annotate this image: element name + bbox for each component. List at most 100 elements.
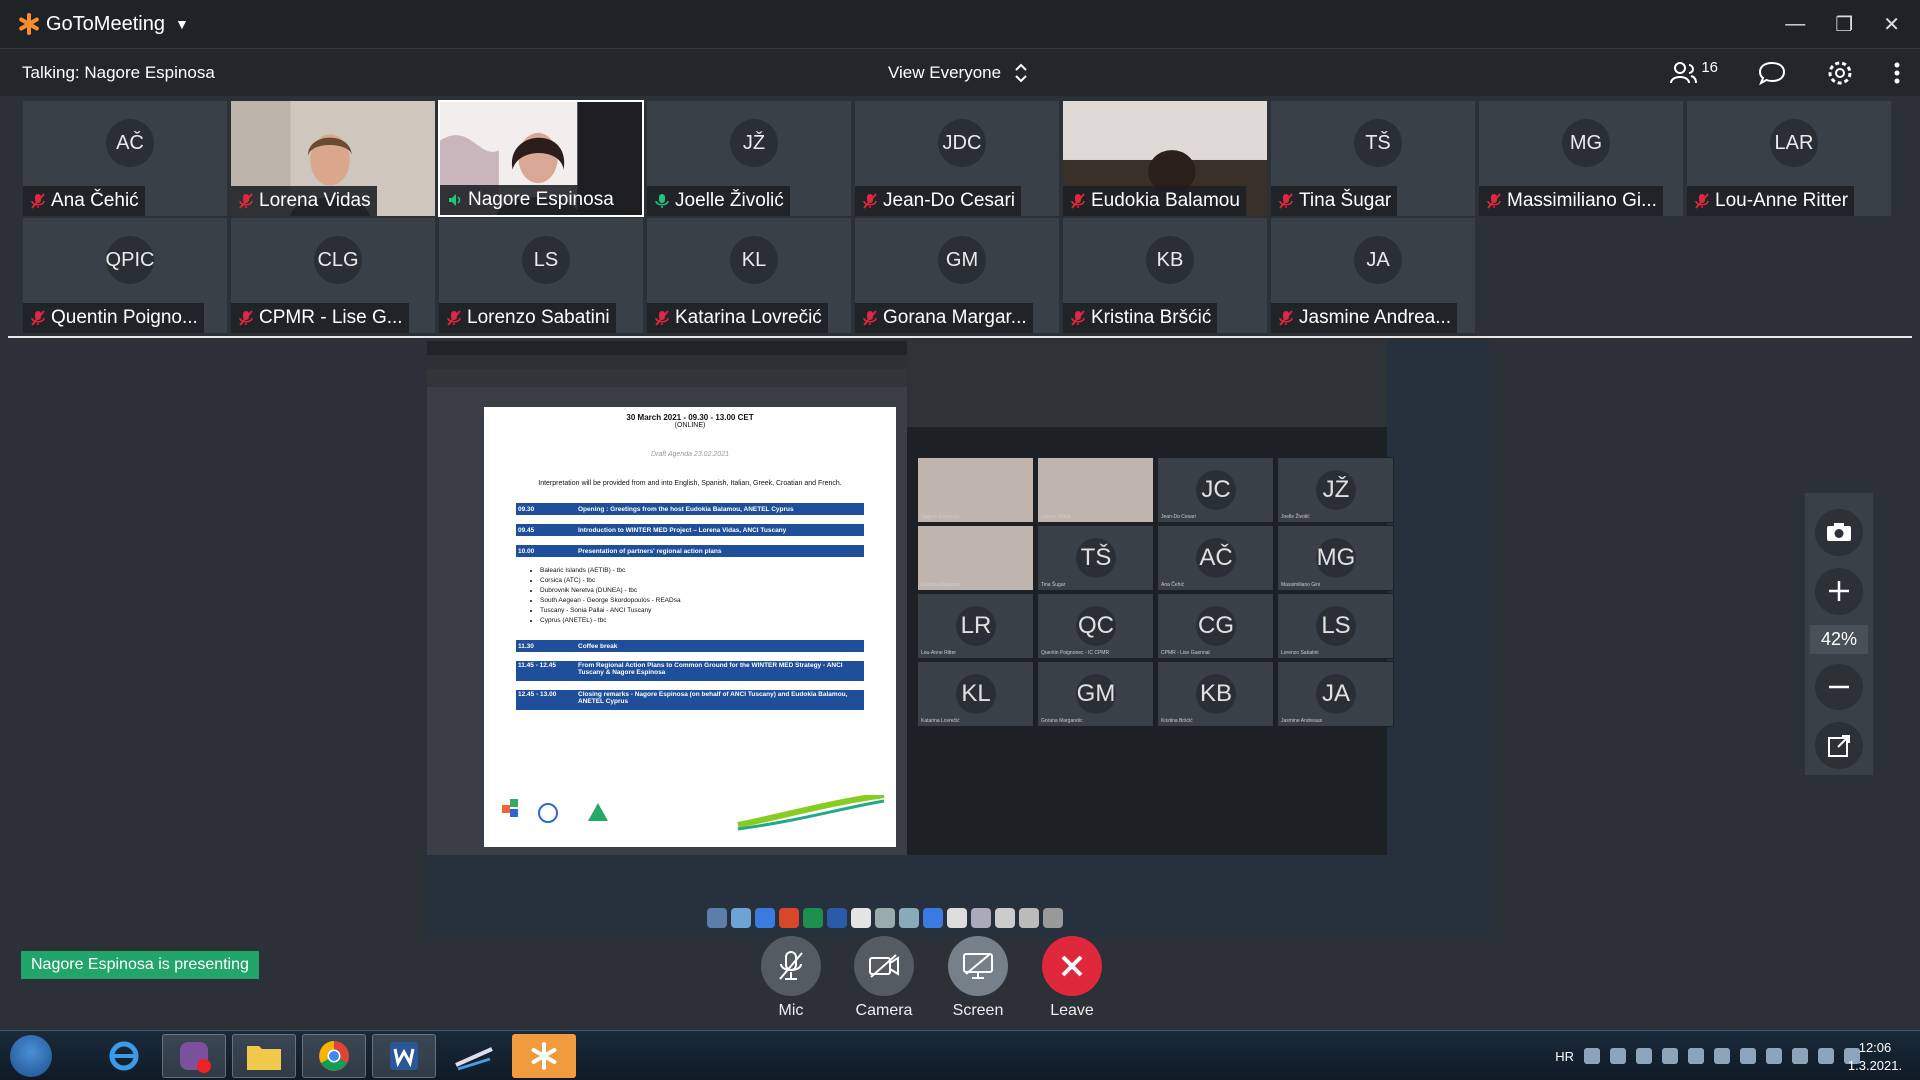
partner-logos-image bbox=[502, 795, 885, 831]
participant-name-bar: Lou-Anne Ritter bbox=[1687, 186, 1855, 216]
participant-tile[interactable]: GM Gorana Margar... bbox=[854, 217, 1060, 334]
leave-label: Leave bbox=[1050, 1002, 1094, 1019]
agenda-row: 09.30 Opening : Greetings from the host E… bbox=[516, 503, 864, 515]
participant-tile[interactable]: Eudokia Balamou bbox=[1062, 100, 1268, 217]
network-signal-icon[interactable] bbox=[1818, 1048, 1834, 1064]
tray-icon[interactable] bbox=[1714, 1048, 1730, 1064]
mic-control[interactable]: Mic bbox=[751, 936, 831, 1020]
mic-muted-icon bbox=[1071, 193, 1085, 209]
participant-tile[interactable]: Nagore Espinosa bbox=[438, 100, 644, 217]
doc-title: 30 March 2021 - 09.30 - 13.00 CET bbox=[626, 413, 754, 422]
tray-icon[interactable] bbox=[1636, 1048, 1652, 1064]
mirrored-avatar: JC bbox=[1196, 470, 1236, 510]
participant-tile[interactable]: KB Kristina Bršćić bbox=[1062, 217, 1268, 334]
participant-name-bar: Joelle Živolić bbox=[647, 186, 790, 216]
mirrored-name: Quentin Poignonec - IC CPMR bbox=[1041, 650, 1110, 656]
chat-icon[interactable] bbox=[1758, 60, 1786, 86]
more-options-icon[interactable] bbox=[1894, 62, 1900, 84]
screen-button[interactable] bbox=[948, 936, 1008, 996]
participant-name-bar: CPMR - Lise G... bbox=[231, 303, 409, 333]
pop-out-button[interactable] bbox=[1815, 722, 1863, 769]
participant-tile[interactable]: JDC Jean-Do Cesari bbox=[854, 100, 1060, 217]
minimize-button[interactable]: — bbox=[1785, 13, 1805, 36]
participant-avatar: GM bbox=[938, 236, 986, 284]
participant-name: Gorana Margar... bbox=[883, 307, 1027, 328]
shared-screen[interactable]: 30 March 2021 - 09.30 - 13.00 CET (ONLIN… bbox=[427, 341, 1490, 938]
mirrored-tile: Eudokia Balamou bbox=[917, 525, 1034, 591]
agenda-row: 09.45 Introduction to WINTER MED Project … bbox=[516, 524, 864, 536]
participant-avatar: LAR bbox=[1770, 119, 1818, 167]
participant-tile[interactable]: JŽ Joelle Živolić bbox=[646, 100, 852, 217]
language-indicator[interactable]: HR bbox=[1555, 1049, 1574, 1064]
participant-tile[interactable]: TŠ Tina Šugar bbox=[1270, 100, 1476, 217]
tray-icon[interactable] bbox=[1792, 1048, 1808, 1064]
tray-icon[interactable] bbox=[1688, 1048, 1704, 1064]
zoom-in-button[interactable] bbox=[1815, 567, 1863, 615]
camera-label: Camera bbox=[855, 1002, 913, 1019]
mirrored-tile: Lorena Vidas bbox=[1037, 457, 1154, 523]
taskbar-snipping[interactable] bbox=[442, 1034, 506, 1078]
mirrored-name: Kristina Bršćić bbox=[1161, 718, 1193, 724]
system-clock[interactable]: 12:06 1.3.2021. bbox=[1840, 1039, 1910, 1075]
participant-tile[interactable]: JA Jasmine Andrea... bbox=[1270, 217, 1476, 334]
participant-tile[interactable]: MG Massimiliano Gi... bbox=[1478, 100, 1684, 217]
participant-tile[interactable]: LS Lorenzo Sabatini bbox=[438, 217, 644, 334]
viber-icon bbox=[180, 1042, 211, 1073]
mic-muted-icon bbox=[31, 310, 45, 326]
mirrored-name: Lorena Vidas bbox=[1041, 514, 1071, 520]
mirrored-tile: MG Massimiliano Gini bbox=[1277, 525, 1394, 591]
start-button[interactable] bbox=[10, 1035, 52, 1077]
leave-control[interactable]: Leave bbox=[1032, 936, 1112, 1020]
taskbar-ie[interactable] bbox=[92, 1034, 156, 1078]
bluetooth-icon[interactable] bbox=[1740, 1048, 1756, 1064]
taskbar-explorer[interactable] bbox=[232, 1034, 296, 1078]
mirrored-name: Katarina Lovrečić bbox=[921, 718, 960, 724]
participant-tile[interactable]: KL Katarina Lovrečić bbox=[646, 217, 852, 334]
participant-name: Jasmine Andrea... bbox=[1299, 307, 1452, 328]
word-icon bbox=[390, 1042, 418, 1070]
camera-button[interactable] bbox=[854, 936, 914, 996]
leave-button[interactable] bbox=[1042, 936, 1102, 996]
participants-button[interactable]: 16 bbox=[1669, 59, 1718, 85]
agenda-row: 10.00 Presentation of partners' regional … bbox=[516, 545, 864, 557]
people-icon bbox=[1670, 62, 1698, 84]
participant-tile[interactable]: QPIC Quentin Poigno... bbox=[22, 217, 228, 334]
screenshot-button[interactable] bbox=[1815, 509, 1863, 556]
zoom-out-button[interactable] bbox=[1815, 663, 1863, 711]
app-menu[interactable]: GoToMeeting ▼ bbox=[18, 13, 189, 36]
tray-icon[interactable] bbox=[1584, 1048, 1600, 1064]
agenda-text: Introduction to WINTER MED Project – Lor… bbox=[578, 526, 787, 534]
participant-avatar: KL bbox=[730, 236, 778, 284]
participant-tile[interactable]: CLG CPMR - Lise G... bbox=[230, 217, 436, 334]
participant-tile[interactable]: AČ Ana Čehić bbox=[22, 100, 228, 217]
screen-control[interactable]: Screen bbox=[938, 936, 1018, 1020]
mirrored-tile: TŠ Tina Šugar bbox=[1037, 525, 1154, 591]
taskbar-word[interactable] bbox=[372, 1034, 436, 1078]
mic-button[interactable] bbox=[761, 936, 821, 996]
participant-name-bar: Nagore Espinosa bbox=[440, 185, 620, 215]
mirrored-meeting-window: Nagore Espinosa Lorena Vidas JC Jean-Do Ces… bbox=[907, 341, 1394, 855]
camera-control[interactable]: Camera bbox=[844, 936, 924, 1020]
close-window-button[interactable]: ✕ bbox=[1883, 12, 1900, 37]
participant-avatar: JŽ bbox=[730, 119, 778, 167]
internet-explorer-icon bbox=[109, 1041, 139, 1071]
participant-tile[interactable]: Lorena Vidas bbox=[230, 100, 436, 217]
volume-icon[interactable] bbox=[1766, 1048, 1782, 1064]
tray-icon[interactable] bbox=[1662, 1048, 1678, 1064]
participant-avatar: LS bbox=[522, 236, 570, 284]
mirrored-tile: KB Kristina Bršćić bbox=[1157, 661, 1274, 727]
meeting-info-bar: Talking: Nagore Espinosa View Everyone 1… bbox=[0, 48, 1920, 96]
view-selector[interactable]: View Everyone bbox=[888, 49, 1027, 97]
taskbar-chrome[interactable] bbox=[302, 1034, 366, 1078]
mirrored-tile: KL Katarina Lovrečić bbox=[917, 661, 1034, 727]
gotomeeting-icon bbox=[531, 1042, 557, 1070]
close-x-icon bbox=[1061, 955, 1083, 977]
agenda-text: Coffee break bbox=[578, 642, 618, 650]
taskbar-gotomeeting[interactable] bbox=[512, 1034, 576, 1078]
participant-tile[interactable]: LAR Lou-Anne Ritter bbox=[1686, 100, 1892, 217]
tray-icon[interactable] bbox=[1610, 1048, 1626, 1064]
taskbar-viber[interactable] bbox=[162, 1034, 226, 1078]
settings-gear-icon[interactable] bbox=[1826, 59, 1854, 87]
snipping-tool-icon bbox=[455, 1047, 493, 1071]
restore-button[interactable]: ❐ bbox=[1835, 12, 1853, 37]
